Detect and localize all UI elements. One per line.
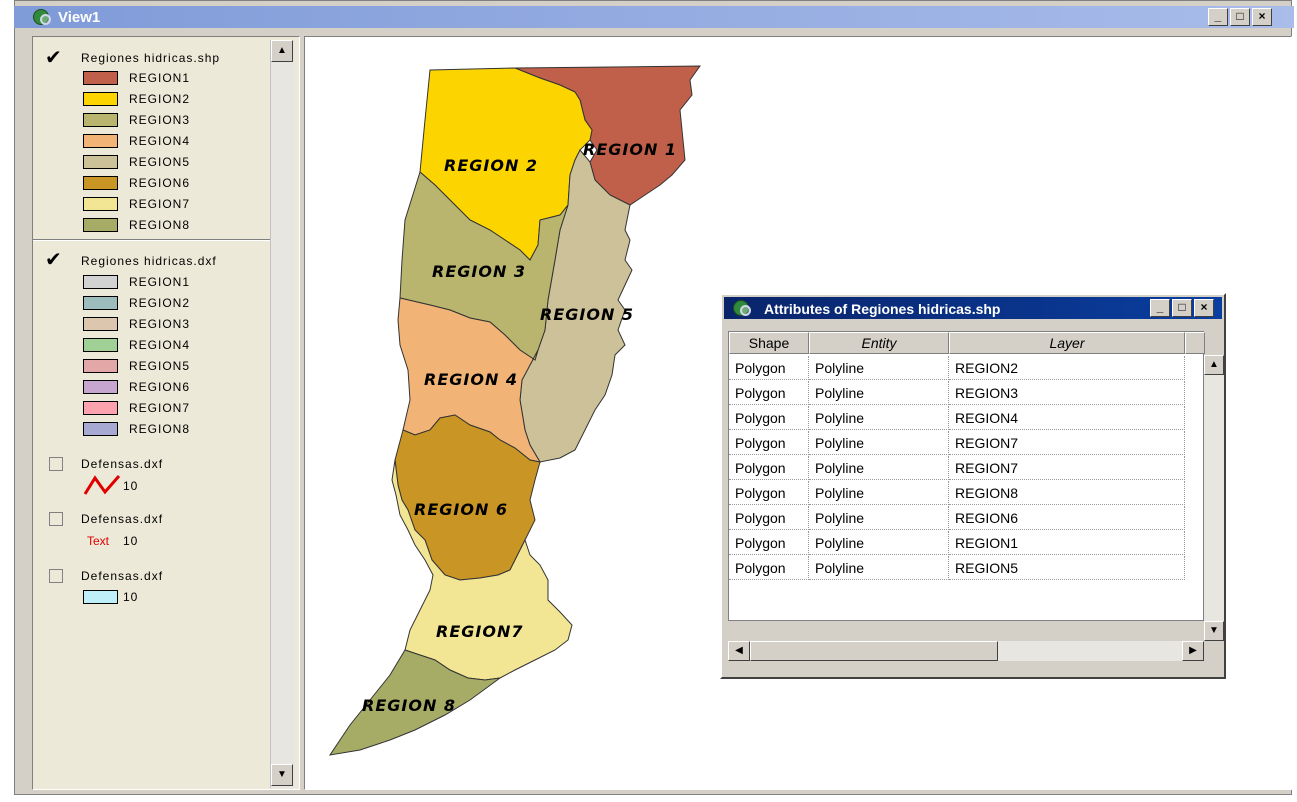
attributes-window: Attributes of Regiones hidricas.shp _ □ … (720, 293, 1226, 679)
attributes-maximize-button[interactable]: □ (1172, 299, 1192, 317)
table-row[interactable]: Polygon Polyline REGION2 (729, 356, 1205, 381)
attributes-minimize-button[interactable]: _ (1150, 299, 1170, 317)
cell-shape: Polygon (729, 481, 809, 505)
cell-layer: REGION7 (949, 431, 1185, 455)
attributes-scroll-up-button[interactable]: ▲ (1204, 355, 1224, 375)
table-row[interactable]: Polygon Polyline REGION8 (729, 481, 1205, 506)
table-row[interactable]: Polygon Polyline REGION7 (729, 456, 1205, 481)
cell-layer: REGION7 (949, 456, 1185, 480)
cell-shape: Polygon (729, 531, 809, 555)
cell-layer: REGION4 (949, 406, 1185, 430)
attributes-table: Shape Entity Layer Polygon Polyline REGI… (728, 331, 1205, 621)
cell-shape: Polygon (729, 456, 809, 480)
region-4-label: REGION 4 (424, 370, 519, 389)
column-header-shape[interactable]: Shape (729, 332, 809, 354)
cell-layer: REGION2 (949, 356, 1185, 380)
attributes-app-icon (732, 299, 751, 317)
table-row[interactable]: Polygon Polyline REGION6 (729, 506, 1205, 531)
cell-entity: Polyline (809, 381, 949, 405)
table-row[interactable]: Polygon Polyline REGION4 (729, 406, 1205, 431)
cell-shape: Polygon (729, 506, 809, 530)
attributes-scroll-thumb[interactable] (750, 641, 998, 661)
attributes-scroll-down-button[interactable]: ▼ (1204, 621, 1224, 641)
region-7-label: REGION7 (436, 622, 524, 641)
cell-entity: Polyline (809, 531, 949, 555)
attributes-scroll-left-button[interactable]: ◀ (728, 641, 750, 661)
cell-entity: Polyline (809, 406, 949, 430)
region-2-label: REGION 2 (444, 156, 539, 175)
column-header-layer[interactable]: Layer (949, 332, 1185, 354)
region-6-label: REGION 6 (414, 500, 509, 519)
cell-shape: Polygon (729, 356, 809, 380)
cell-layer: REGION5 (949, 556, 1185, 580)
cell-layer: REGION3 (949, 381, 1185, 405)
table-row[interactable]: Polygon Polyline REGION3 (729, 381, 1205, 406)
column-header-entity[interactable]: Entity (809, 332, 949, 354)
cell-shape: Polygon (729, 431, 809, 455)
attributes-titlebar[interactable]: Attributes of Regiones hidricas.shp _ □ … (724, 297, 1222, 319)
region-5-label: REGION 5 (540, 305, 635, 324)
column-header-spacer (1185, 332, 1205, 354)
attributes-vertical-scrollbar[interactable]: ▲ ▼ (1204, 355, 1224, 641)
table-row[interactable]: Polygon Polyline REGION1 (729, 531, 1205, 556)
region-8-label: REGION 8 (362, 696, 457, 715)
region-1-label: REGION 1 (583, 140, 678, 159)
attributes-horizontal-scrollbar[interactable]: ◀ ▶ (728, 641, 1204, 661)
attributes-close-button[interactable]: × (1194, 299, 1214, 317)
cell-layer: REGION1 (949, 531, 1185, 555)
table-row[interactable]: Polygon Polyline REGION7 (729, 431, 1205, 456)
cell-entity: Polyline (809, 431, 949, 455)
cell-entity: Polyline (809, 481, 949, 505)
cell-layer: REGION8 (949, 481, 1185, 505)
cell-entity: Polyline (809, 506, 949, 530)
cell-shape: Polygon (729, 406, 809, 430)
attributes-scroll-right-button[interactable]: ▶ (1182, 641, 1204, 661)
attributes-title: Attributes of Regiones hidricas.shp (764, 301, 1001, 317)
table-row[interactable]: Polygon Polyline REGION5 (729, 556, 1205, 581)
cell-layer: REGION6 (949, 506, 1185, 530)
cell-entity: Polyline (809, 456, 949, 480)
cell-shape: Polygon (729, 381, 809, 405)
cell-entity: Polyline (809, 356, 949, 380)
cell-shape: Polygon (729, 556, 809, 580)
region-3-label: REGION 3 (432, 262, 527, 281)
cell-entity: Polyline (809, 556, 949, 580)
